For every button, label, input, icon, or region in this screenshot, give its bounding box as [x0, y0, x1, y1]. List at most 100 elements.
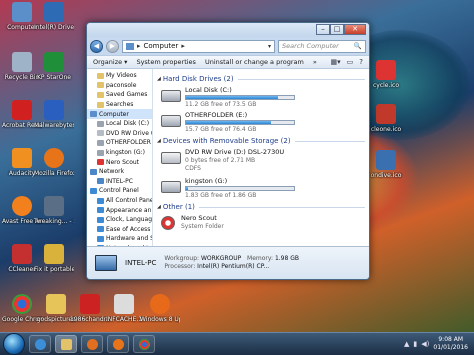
- desktop-icon-ondive-ico[interactable]: ondive.ico: [366, 150, 406, 179]
- desktop-icon-kp-starone[interactable]: KP StarOne: [34, 52, 74, 81]
- taskbar: ▲ ▮ ◀) 9:08 AM 01/01/2016: [0, 332, 474, 355]
- nav-item[interactable]: Computer: [87, 109, 152, 119]
- desktop-icon-fixit[interactable]: Fix it portable: [34, 244, 74, 273]
- nav-item[interactable]: INTEL-PC: [87, 177, 152, 187]
- nav-item-label: Local Disk (C:): [106, 120, 150, 128]
- search-input[interactable]: Search Computer 🔍: [278, 39, 366, 53]
- volume-icon[interactable]: ◀): [421, 340, 429, 348]
- desktop-icon-firefox[interactable]: Mozilla Firefox: [34, 148, 74, 177]
- nav-item[interactable]: My Videos: [87, 71, 152, 81]
- nav-item[interactable]: kingston (G:): [87, 148, 152, 158]
- nav-item[interactable]: Control Panel: [87, 186, 152, 196]
- nav-item-label: Nero Scout: [106, 158, 140, 166]
- drive-e[interactable]: OTHERFOLDER (E:) 15.7 GB free of 76.4 GB: [161, 111, 365, 133]
- nav-item-icon: [97, 178, 104, 185]
- nav-item[interactable]: All Control Panel: [87, 196, 152, 206]
- nav-item[interactable]: Saved Games: [87, 90, 152, 100]
- file-icon: [114, 294, 134, 314]
- navigation-pane[interactable]: My Videos paconsole Saved Games Searches Com…: [87, 69, 153, 246]
- nav-item-icon: [97, 130, 104, 137]
- group-hard-disk-drives[interactable]: ◢ Hard Disk Drives (2): [157, 74, 365, 84]
- chrome-icon: [12, 294, 32, 314]
- breadcrumb-computer[interactable]: Computer: [144, 42, 179, 50]
- desktop-icon-malwarebytes[interactable]: Malwarebytes Anti-Malware: [34, 100, 74, 129]
- uninstall-program-button[interactable]: Uninstall or change a program: [205, 58, 304, 66]
- nav-item-label: kingston (G:): [106, 149, 145, 157]
- drive-free-space: 15.7 GB free of 76.4 GB: [185, 126, 257, 133]
- network-icon[interactable]: ▮: [413, 340, 417, 348]
- nav-item[interactable]: Hardware and S: [87, 234, 152, 244]
- nav-item-icon: [97, 226, 104, 233]
- search-icon[interactable]: 🔍: [354, 42, 362, 50]
- nav-item[interactable]: paconsole: [87, 81, 152, 91]
- ico-file-icon: [376, 60, 396, 80]
- nero-scout-item[interactable]: Nero Scout System Folder: [161, 214, 365, 236]
- nav-item[interactable]: DVD RW Drive (: [87, 129, 152, 139]
- clock-date: 01/01/2016: [433, 344, 468, 351]
- nav-item[interactable]: Searches: [87, 100, 152, 110]
- clock-time: 9:08 AM: [438, 336, 464, 343]
- desktop-icon-cycle-ico[interactable]: cycle.ico: [366, 60, 406, 89]
- ico-file-icon: [376, 104, 396, 124]
- taskbar-firefox[interactable]: [107, 335, 129, 353]
- drive-dvd[interactable]: DVD RW Drive (D:) DSL-2730U 0 bytes free…: [161, 148, 365, 174]
- nav-item[interactable]: OTHERFOLDER (: [87, 138, 152, 148]
- tray-up-arrow-icon[interactable]: ▲: [404, 340, 409, 348]
- search-placeholder: Search Computer: [282, 42, 339, 50]
- collapse-icon[interactable]: ◢: [157, 138, 161, 144]
- drive-g[interactable]: kingston (G:) 1.83 GB free of 1.86 GB: [161, 177, 365, 199]
- desktop-icon-intel-driver[interactable]: Intel(R) Driver Update Utility: [34, 2, 74, 31]
- nav-item[interactable]: Appearance an: [87, 205, 152, 215]
- collapse-icon[interactable]: ◢: [157, 76, 161, 82]
- ccleaner-icon: [12, 244, 32, 264]
- back-button[interactable]: ◀: [90, 39, 103, 53]
- drive-free-space: 11.2 GB free of 73.5 GB: [185, 101, 257, 108]
- explorer-body: My Videos paconsole Saved Games Searches Com…: [87, 69, 369, 246]
- title-bar[interactable]: – □ ✕: [87, 23, 369, 37]
- view-options-icon[interactable]: ▦▾: [331, 58, 341, 66]
- organize-button[interactable]: Organize ▾: [93, 58, 127, 66]
- preview-pane-icon[interactable]: ▭: [347, 58, 354, 66]
- nav-item-label: Control Panel: [99, 187, 139, 195]
- drive-c[interactable]: Local Disk (C:) 11.2 GB free of 73.5 GB: [161, 86, 365, 108]
- nav-item[interactable]: Ease of Access: [87, 225, 152, 235]
- taskbar-media-player[interactable]: [81, 335, 103, 353]
- forward-button[interactable]: ▶: [106, 39, 119, 53]
- nav-item-label: Saved Games: [106, 91, 148, 99]
- system-properties-button[interactable]: System properties: [136, 58, 195, 66]
- nav-item[interactable]: Local Disk (C:): [87, 119, 152, 129]
- desktop-icon-tweaking[interactable]: Tweaking... - Simple S...: [34, 196, 74, 225]
- avast-icon: [12, 196, 32, 216]
- content-pane[interactable]: ◢ Hard Disk Drives (2) Local Disk (C:) 1…: [153, 69, 369, 246]
- nav-item-label: DVD RW Drive (: [106, 129, 153, 137]
- nav-item[interactable]: Nero Scout: [87, 157, 152, 167]
- windows-upgrade-icon: [150, 294, 170, 314]
- desktop-icon-infcache[interactable]: INFCACHE.1: [104, 294, 144, 323]
- more-commands-button[interactable]: »: [313, 58, 317, 66]
- group-removable-storage[interactable]: ◢ Devices with Removable Storage (2): [157, 136, 365, 146]
- chevron-down-icon[interactable]: ▾: [268, 43, 271, 50]
- usage-bar: [185, 95, 295, 100]
- address-bar[interactable]: ▸ Computer ▸ ▾: [122, 39, 275, 53]
- taskbar-internet-explorer[interactable]: [29, 335, 51, 353]
- help-icon[interactable]: ?: [359, 58, 363, 66]
- desktop-icon-win8-upgrade[interactable]: Windows 8 Upgrade As...: [140, 294, 180, 323]
- collapse-icon[interactable]: ◢: [157, 204, 161, 210]
- nav-item[interactable]: Network: [87, 167, 152, 177]
- nav-item[interactable]: Clock, Languag: [87, 215, 152, 225]
- start-button[interactable]: [3, 333, 25, 355]
- taskbar-chrome[interactable]: [133, 335, 155, 353]
- folder-icon: [46, 294, 66, 314]
- nav-item-label: Appearance an: [106, 206, 152, 214]
- clock[interactable]: 9:08 AM 01/01/2016: [433, 336, 468, 352]
- drive-free-space: 1.83 GB free of 1.86 GB: [185, 192, 257, 199]
- maximize-button[interactable]: □: [330, 24, 344, 35]
- minimize-button[interactable]: –: [316, 24, 330, 35]
- drive-name: kingston (G:): [185, 177, 228, 185]
- taskbar-explorer[interactable]: [55, 335, 77, 353]
- system-tray: ▲ ▮ ◀) 9:08 AM 01/01/2016: [404, 336, 474, 352]
- group-other[interactable]: ◢ Other (1): [157, 202, 365, 212]
- close-button[interactable]: ✕: [344, 24, 366, 35]
- desktop-icon-cleone-ico[interactable]: cleone.ico: [366, 104, 406, 133]
- usage-bar: [185, 120, 295, 125]
